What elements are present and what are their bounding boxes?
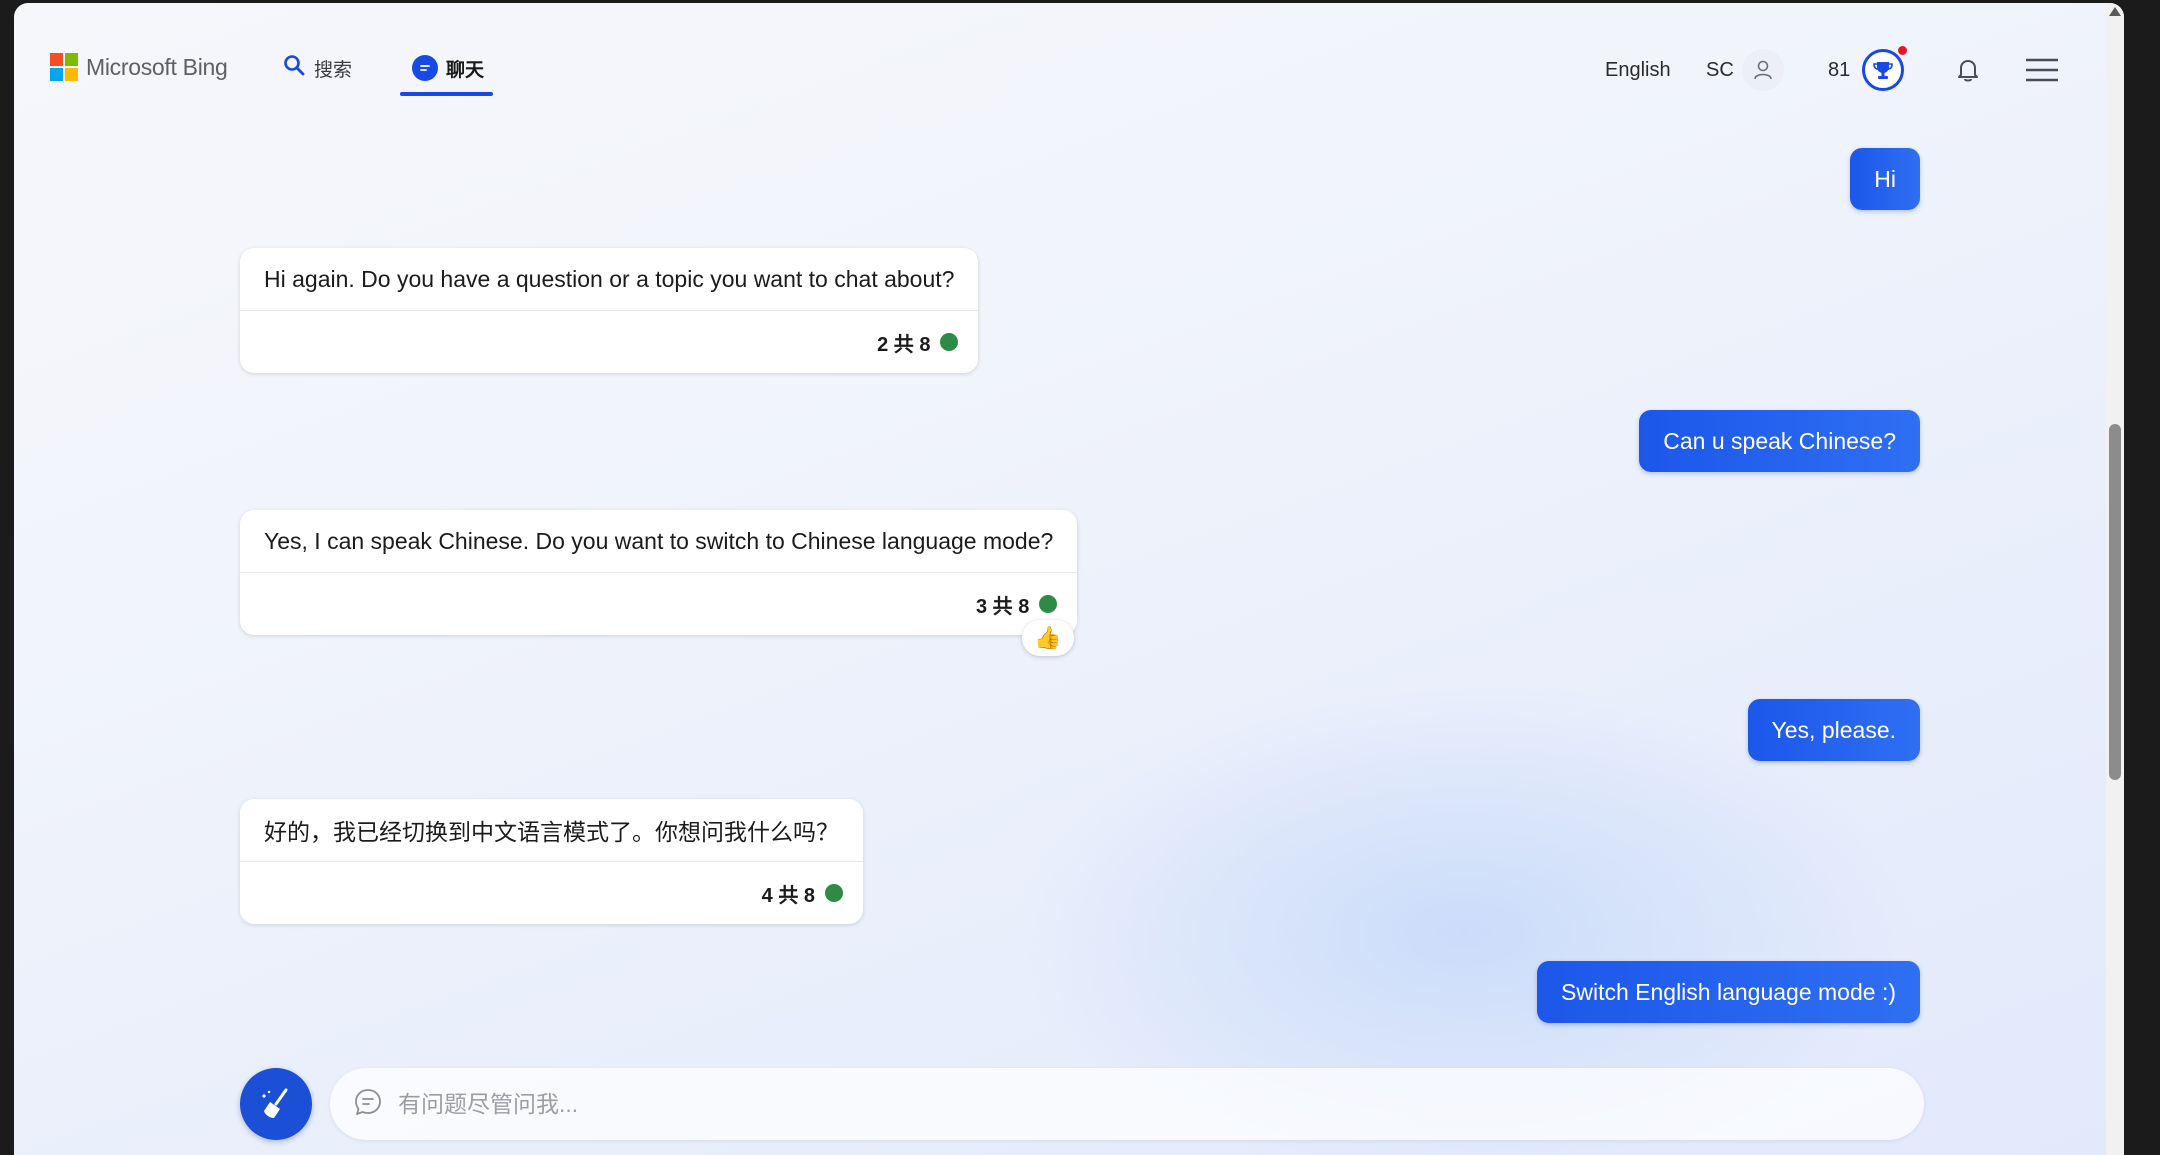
tab-chat[interactable]: 聊天 — [412, 53, 484, 83]
bot-message: Yes, I can speak Chinese. Do you want to… — [240, 510, 1078, 635]
hamburger-icon — [2026, 58, 2058, 82]
new-topic-button[interactable] — [240, 1068, 312, 1140]
trophy-icon — [1862, 46, 1908, 91]
message-counter: 4 共 8 — [761, 884, 815, 907]
logo-text: Microsoft Bing — [86, 53, 228, 80]
bot-message: 好的，我已经切换到中文语言模式了。你想问我什么吗？ 4 共 8 — [240, 799, 863, 924]
user-message: Switch English language mode :) — [1537, 961, 1920, 1023]
bot-message-text: Hi again. Do you have a question or a to… — [264, 265, 955, 292]
notification-dot — [1898, 46, 1908, 55]
scroll-up-arrow-icon[interactable] — [2109, 7, 2121, 16]
tab-search[interactable]: 搜索 — [282, 53, 352, 83]
bot-message-footer: 3 共 8 — [240, 572, 1078, 635]
browser-window: Microsoft Bing 搜索 聊天 English SC 81 Hi Hi… — [14, 3, 2124, 1155]
page-scrollbar[interactable] — [2106, 3, 2124, 1155]
microsoft-logo-icon — [50, 53, 78, 81]
rewards-points: 81 — [1828, 58, 1851, 81]
hamburger-menu-button[interactable] — [2025, 48, 2059, 92]
user-message: Hi — [1850, 148, 1920, 210]
notifications-button[interactable] — [1954, 48, 1982, 92]
user-icon — [1753, 60, 1772, 80]
rewards-button[interactable]: 81 — [1828, 46, 1908, 92]
scrollbar-thumb[interactable] — [2109, 424, 2121, 780]
chat-composer[interactable] — [330, 1068, 1924, 1140]
user-message: Can u speak Chinese? — [1639, 410, 1920, 472]
bot-message: Hi again. Do you have a question or a to… — [240, 248, 979, 373]
user-initials: SC — [1706, 58, 1734, 81]
active-tab-indicator — [400, 92, 493, 96]
message-counter: 3 共 8 — [975, 595, 1030, 618]
status-dot-icon — [1039, 595, 1058, 613]
chat-input[interactable] — [396, 1089, 1850, 1119]
user-account-button[interactable]: SC — [1706, 48, 1784, 92]
avatar — [1741, 49, 1784, 91]
user-message: Yes, please. — [1747, 699, 1920, 761]
broom-icon — [262, 1088, 288, 1118]
message-counter: 2 共 8 — [877, 333, 931, 356]
search-icon — [282, 53, 306, 83]
bot-message-footer: 4 共 8 — [240, 861, 863, 924]
bot-message-footer: 2 共 8 — [240, 310, 979, 373]
microsoft-bing-logo[interactable]: Microsoft Bing — [50, 53, 228, 81]
chat-bubble-icon — [412, 55, 438, 81]
tab-chat-label: 聊天 — [446, 59, 485, 81]
thumbs-up-reaction-icon[interactable]: 👍 — [1022, 620, 1074, 656]
status-dot-icon — [940, 333, 959, 351]
bot-message-text: Yes, I can speak Chinese. Do you want to… — [264, 527, 1054, 554]
chat-icon — [352, 1086, 384, 1123]
top-header: Microsoft Bing 搜索 聊天 English SC 81 — [14, 3, 2124, 133]
status-dot-icon — [825, 884, 843, 902]
bot-message-text: 好的，我已经切换到中文语言模式了。你想问我什么吗？ — [264, 819, 839, 845]
language-button[interactable]: English — [1605, 48, 1671, 92]
tab-search-label: 搜索 — [314, 59, 353, 81]
bell-icon — [1958, 60, 1978, 82]
